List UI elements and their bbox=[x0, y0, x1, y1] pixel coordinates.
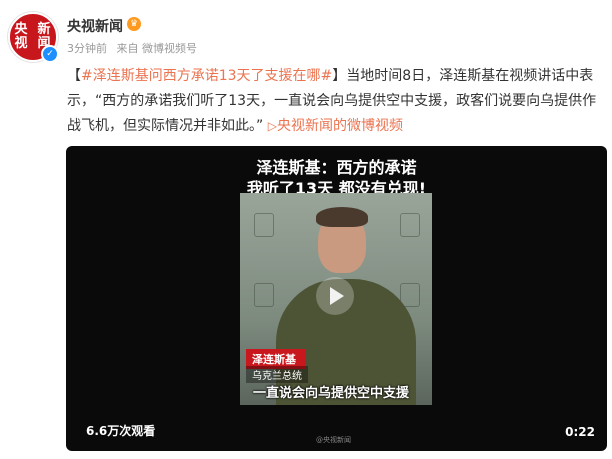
bracket-open: 【 bbox=[67, 68, 81, 84]
author-name[interactable]: 央视新闻 bbox=[67, 16, 123, 36]
post-source[interactable]: 来自 微博视频号 bbox=[117, 42, 198, 55]
post-time[interactable]: 3分钟前 bbox=[67, 42, 107, 55]
avatar-text-line1: 央视 bbox=[14, 22, 29, 51]
play-button[interactable] bbox=[316, 277, 354, 315]
video-link[interactable]: 央视新闻的微博视频 bbox=[277, 118, 403, 134]
video-player[interactable]: 泽连斯基：西方的承诺 我听了13天 都没有兑现! 泽连斯基 乌克兰总统 一直说会… bbox=[66, 146, 607, 451]
hashtag-link[interactable]: #泽连斯基问西方承诺13天了支援在哪# bbox=[81, 68, 332, 84]
verified-badge-icon: ✓ bbox=[41, 45, 59, 63]
post-meta: 3分钟前 来自 微博视频号 bbox=[67, 40, 203, 56]
title-tag: 乌克兰总统 bbox=[246, 366, 308, 383]
video-watermark: @央视新闻 bbox=[316, 436, 351, 444]
emblem-icon bbox=[400, 213, 420, 237]
crown-icon: ♛ bbox=[127, 17, 141, 31]
bracket-close: 】 bbox=[332, 68, 347, 84]
view-count: 6.6万次观看 bbox=[86, 424, 156, 438]
speaker-hair bbox=[316, 207, 368, 227]
emblem-icon bbox=[254, 283, 274, 307]
video-duration: 0:22 bbox=[565, 425, 595, 439]
emblem-icon bbox=[254, 213, 274, 237]
video-play-icon[interactable]: ▷ bbox=[268, 119, 277, 133]
post-content: 【#泽连斯基问西方承诺13天了支援在哪#】当地时间8日，泽连斯基在视频讲话中表示… bbox=[67, 64, 603, 139]
video-subtitle: 一直说会向乌提供空中支援 bbox=[253, 386, 410, 401]
